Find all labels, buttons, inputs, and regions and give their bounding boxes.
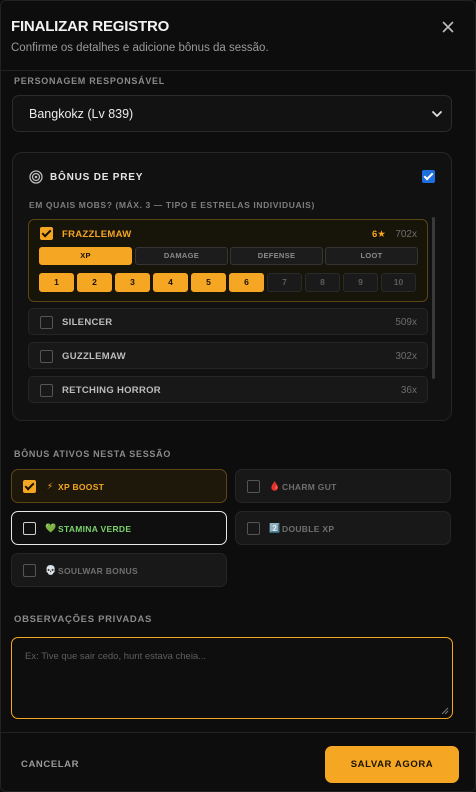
- bonus-checkbox[interactable]: [23, 564, 36, 577]
- bonus-checkbox[interactable]: [247, 522, 260, 535]
- close-icon[interactable]: [439, 18, 457, 36]
- bonus-label: SOULWAR BONUS: [58, 566, 138, 576]
- modal-footer: CANCELAR SALVAR AGORA: [1, 732, 475, 791]
- mob-checkbox[interactable]: [40, 316, 53, 329]
- notes-placeholder: Ex: Tive que sair cedo, hunt estava chei…: [25, 651, 207, 662]
- bonus-checkbox[interactable]: [23, 522, 36, 535]
- bonus-stamina-verde[interactable]: 💚 STAMINA VERDE: [11, 511, 227, 545]
- mob-checkbox[interactable]: [40, 384, 53, 397]
- mob-row[interactable]: SILENCER 509x: [28, 308, 428, 335]
- prey-star-button[interactable]: 6: [229, 273, 264, 292]
- prey-star-button[interactable]: 10: [381, 273, 416, 292]
- mob-row[interactable]: GUZZLEMAW 302x: [28, 342, 428, 369]
- mob-count: 302x: [395, 351, 417, 362]
- mob-checkbox[interactable]: [40, 350, 53, 363]
- character-select[interactable]: Bangkokz (Lv 839): [12, 95, 452, 132]
- close-icon-glyph: [442, 21, 454, 33]
- bonus-label: CHARM GUT: [282, 482, 337, 492]
- mob-list-scrollbar[interactable]: [432, 217, 435, 379]
- prey-star-button[interactable]: 4: [153, 273, 188, 292]
- notes-textarea[interactable]: Ex: Tive que sair cedo, hunt estava chei…: [11, 637, 453, 719]
- save-now-button[interactable]: SALVAR AGORA: [325, 746, 459, 783]
- prey-mobs-subtitle: EM QUAIS MOBS? (MÁX. 3 — TIPO E ESTRELAS…: [29, 200, 315, 210]
- prey-star-button[interactable]: 3: [115, 273, 150, 292]
- chevron-down-icon: [432, 111, 442, 117]
- lightning-icon: ⚡: [46, 481, 54, 491]
- bonus-label: DOUBLE XP: [282, 524, 335, 534]
- bonus-checkbox[interactable]: [247, 480, 260, 493]
- mob-stars: 6★: [372, 229, 386, 240]
- prey-star-button[interactable]: 7: [267, 273, 302, 292]
- mob-name: RETCHING HORROR: [62, 385, 161, 396]
- skull-icon: 💀: [45, 565, 57, 575]
- bonus-charm-gut[interactable]: 🩸 CHARM GUT: [235, 469, 451, 503]
- bonus-xp-boost[interactable]: ⚡ XP BOOST: [11, 469, 227, 503]
- prey-bonus-title: BÔNUS DE PREY: [50, 172, 144, 183]
- prey-type-defense-button[interactable]: DEFENSE: [230, 247, 323, 265]
- prey-bonus-card: BÔNUS DE PREY EM QUAIS MOBS? (MÁX. 3 — T…: [12, 152, 452, 421]
- mob-count: 702x: [395, 229, 417, 240]
- bonus-checkbox[interactable]: [23, 480, 36, 493]
- prey-bonus-checkbox[interactable]: [422, 170, 435, 183]
- prey-type-damage-button[interactable]: DAMAGE: [135, 247, 228, 265]
- prey-type-loot-button[interactable]: LOOT: [325, 247, 418, 265]
- prey-mob-list: FRAZZLEMAW 6★ 702x XP DAMAGE DEFENSE LOO…: [28, 219, 438, 409]
- modal-header: FINALIZAR REGISTRO Confirme os detalhes …: [1, 1, 475, 71]
- notes-section-label: OBSERVAÇÕES PRIVADAS: [14, 614, 153, 625]
- prey-star-button[interactable]: 1: [39, 273, 74, 292]
- resize-handle-icon[interactable]: [441, 707, 449, 715]
- bonus-soulwar[interactable]: 💀 SOULWAR BONUS: [11, 553, 227, 587]
- finalize-registration-modal: FINALIZAR REGISTRO Confirme os detalhes …: [0, 0, 476, 792]
- green-heart-icon: 💚: [45, 523, 57, 533]
- cancel-button[interactable]: CANCELAR: [21, 759, 79, 770]
- mob-row[interactable]: RETCHING HORROR 36x: [28, 376, 428, 403]
- mob-name: GUZZLEMAW: [62, 351, 126, 362]
- bonus-label: XP BOOST: [58, 482, 105, 492]
- modal-subtitle: Confirme os detalhes e adicione bônus da…: [11, 42, 269, 54]
- mob-checkbox[interactable]: [40, 227, 53, 240]
- mob-count: 36x: [400, 385, 417, 396]
- mob-card-selected[interactable]: FRAZZLEMAW 6★ 702x XP DAMAGE DEFENSE LOO…: [28, 219, 428, 302]
- bonuses-section-label: BÔNUS ATIVOS NESTA SESSÃO: [14, 449, 172, 459]
- prey-star-button[interactable]: 9: [343, 273, 378, 292]
- prey-star-button[interactable]: 5: [191, 273, 226, 292]
- target-icon: [29, 170, 43, 184]
- prey-star-button[interactable]: 2: [77, 273, 112, 292]
- prey-star-button[interactable]: 8: [305, 273, 340, 292]
- bonus-label: STAMINA VERDE: [58, 524, 132, 534]
- blood-drop-icon: 🩸: [269, 481, 281, 491]
- number-two-icon: 2️⃣: [269, 523, 281, 533]
- mob-count: 509x: [395, 317, 417, 328]
- bonus-double-xp[interactable]: 2️⃣ DOUBLE XP: [235, 511, 451, 545]
- prey-type-xp-button[interactable]: XP: [39, 247, 132, 265]
- mob-name: SILENCER: [62, 317, 113, 328]
- mob-name: FRAZZLEMAW: [62, 229, 132, 240]
- character-select-value: Bangkokz (Lv 839): [29, 107, 134, 121]
- modal-title: FINALIZAR REGISTRO: [11, 18, 170, 35]
- character-section-label: PERSONAGEM RESPONSÁVEL: [14, 76, 165, 86]
